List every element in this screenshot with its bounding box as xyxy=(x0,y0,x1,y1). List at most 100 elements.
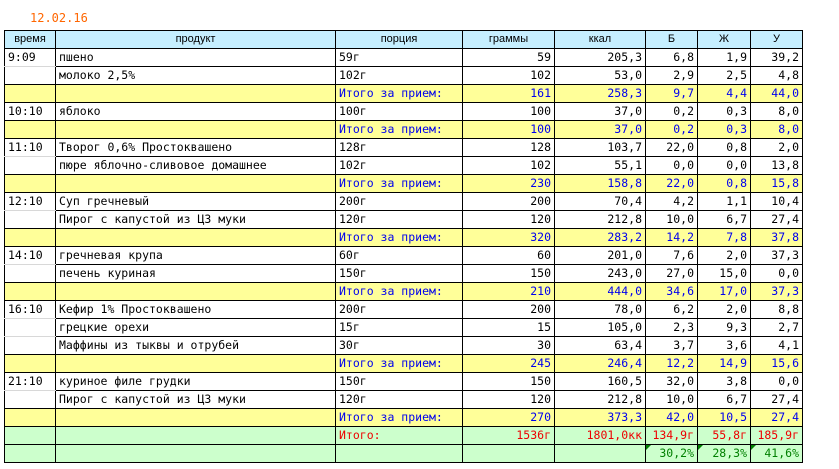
portion-cell[interactable]: 100г xyxy=(335,102,463,121)
grams-cell[interactable]: 59 xyxy=(462,48,555,67)
subtotal-time-cell[interactable] xyxy=(4,174,56,193)
grams-cell[interactable]: 120 xyxy=(462,390,555,409)
fat-cell[interactable]: 0,3 xyxy=(697,102,751,121)
header-time[interactable]: время xyxy=(4,30,56,49)
kcal-cell[interactable]: 205,3 xyxy=(554,48,646,67)
subtotal-protein[interactable]: 34,6 xyxy=(645,282,698,301)
kcal-cell[interactable]: 201,0 xyxy=(554,246,646,265)
subtotal-time-cell[interactable] xyxy=(4,354,56,373)
product-cell[interactable]: Суп гречневый xyxy=(55,192,336,211)
subtotal-carbs[interactable]: 8,0 xyxy=(750,120,803,139)
product-cell[interactable]: Маффины из тыквы и отрубей xyxy=(55,336,336,355)
total-product-cell[interactable] xyxy=(55,426,336,445)
kcal-cell[interactable]: 78,0 xyxy=(554,300,646,319)
subtotal-time-cell[interactable] xyxy=(4,84,56,103)
portion-cell[interactable]: 120г xyxy=(335,210,463,229)
product-cell[interactable]: пшено xyxy=(55,48,336,67)
protein-cell[interactable]: 10,0 xyxy=(645,390,698,409)
total-kcal[interactable]: 1801,0кк xyxy=(554,426,646,445)
subtotal-grams[interactable]: 245 xyxy=(462,354,555,373)
subtotal-time-cell[interactable] xyxy=(4,282,56,301)
subtotal-protein[interactable]: 14,2 xyxy=(645,228,698,247)
time-cell[interactable] xyxy=(4,264,56,283)
portion-cell[interactable]: 120г xyxy=(335,390,463,409)
portion-cell[interactable]: 200г xyxy=(335,300,463,319)
protein-cell[interactable]: 6,8 xyxy=(645,48,698,67)
fat-cell[interactable]: 0,0 xyxy=(697,156,751,175)
grams-cell[interactable]: 120 xyxy=(462,210,555,229)
time-cell[interactable]: 14:10 xyxy=(4,246,56,265)
grams-cell[interactable]: 102 xyxy=(462,156,555,175)
protein-cell[interactable]: 7,6 xyxy=(645,246,698,265)
subtotal-carbs[interactable]: 37,8 xyxy=(750,228,803,247)
header-product[interactable]: продукт xyxy=(55,30,336,49)
subtotal-carbs[interactable]: 37,3 xyxy=(750,282,803,301)
protein-cell[interactable]: 0,2 xyxy=(645,102,698,121)
carbs-cell[interactable]: 10,4 xyxy=(750,192,803,211)
subtotal-label[interactable]: Итого за прием: xyxy=(335,84,463,103)
kcal-cell[interactable]: 160,5 xyxy=(554,372,646,391)
header-kcal[interactable]: ккал xyxy=(554,30,646,49)
percent-carbs[interactable]: 41,6% xyxy=(750,444,803,463)
subtotal-time-cell[interactable] xyxy=(4,408,56,427)
percent-product-cell[interactable] xyxy=(55,444,336,463)
subtotal-protein[interactable]: 22,0 xyxy=(645,174,698,193)
date-cell[interactable]: 12.02.16 xyxy=(30,11,88,25)
percent-grams-cell[interactable] xyxy=(462,444,555,463)
total-protein[interactable]: 134,9г xyxy=(645,426,698,445)
time-cell[interactable]: 11:10 xyxy=(4,138,56,157)
subtotal-label[interactable]: Итого за прием: xyxy=(335,282,463,301)
subtotal-grams[interactable]: 320 xyxy=(462,228,555,247)
protein-cell[interactable]: 10,0 xyxy=(645,210,698,229)
subtotal-kcal[interactable]: 158,8 xyxy=(554,174,646,193)
product-cell[interactable]: куриное филе грудки xyxy=(55,372,336,391)
carbs-cell[interactable]: 2,0 xyxy=(750,138,803,157)
kcal-cell[interactable]: 212,8 xyxy=(554,390,646,409)
fat-cell[interactable]: 15,0 xyxy=(697,264,751,283)
carbs-cell[interactable]: 0,0 xyxy=(750,372,803,391)
protein-cell[interactable]: 32,0 xyxy=(645,372,698,391)
header-fat[interactable]: Ж xyxy=(697,30,751,49)
carbs-cell[interactable]: 8,8 xyxy=(750,300,803,319)
subtotal-fat[interactable]: 14,9 xyxy=(697,354,751,373)
subtotal-fat[interactable]: 0,8 xyxy=(697,174,751,193)
total-fat[interactable]: 55,8г xyxy=(697,426,751,445)
percent-kcal-cell[interactable] xyxy=(554,444,646,463)
subtotal-label[interactable]: Итого за прием: xyxy=(335,174,463,193)
fat-cell[interactable]: 6,7 xyxy=(697,390,751,409)
time-cell[interactable] xyxy=(4,318,56,337)
percent-protein[interactable]: 30,2% xyxy=(645,444,698,463)
product-cell[interactable]: печень куриная xyxy=(55,264,336,283)
kcal-cell[interactable]: 37,0 xyxy=(554,102,646,121)
portion-cell[interactable]: 102г xyxy=(335,66,463,85)
portion-cell[interactable]: 150г xyxy=(335,264,463,283)
carbs-cell[interactable]: 4,8 xyxy=(750,66,803,85)
portion-cell[interactable]: 15г xyxy=(335,318,463,337)
subtotal-fat[interactable]: 10,5 xyxy=(697,408,751,427)
time-cell[interactable]: 12:10 xyxy=(4,192,56,211)
subtotal-carbs[interactable]: 15,8 xyxy=(750,174,803,193)
subtotal-fat[interactable]: 7,8 xyxy=(697,228,751,247)
total-carbs[interactable]: 185,9г xyxy=(750,426,803,445)
product-cell[interactable]: пюре яблочно-сливовое домашнее xyxy=(55,156,336,175)
subtotal-time-cell[interactable] xyxy=(4,228,56,247)
kcal-cell[interactable]: 55,1 xyxy=(554,156,646,175)
subtotal-fat[interactable]: 4,4 xyxy=(697,84,751,103)
protein-cell[interactable]: 27,0 xyxy=(645,264,698,283)
subtotal-time-cell[interactable] xyxy=(4,120,56,139)
header-carbs[interactable]: У xyxy=(750,30,803,49)
fat-cell[interactable]: 2,5 xyxy=(697,66,751,85)
carbs-cell[interactable]: 0,0 xyxy=(750,264,803,283)
fat-cell[interactable]: 0,8 xyxy=(697,138,751,157)
subtotal-carbs[interactable]: 15,6 xyxy=(750,354,803,373)
portion-cell[interactable]: 59г xyxy=(335,48,463,67)
subtotal-grams[interactable]: 161 xyxy=(462,84,555,103)
carbs-cell[interactable]: 4,1 xyxy=(750,336,803,355)
subtotal-product-cell[interactable] xyxy=(55,354,336,373)
grams-cell[interactable]: 30 xyxy=(462,336,555,355)
grams-cell[interactable]: 200 xyxy=(462,192,555,211)
fat-cell[interactable]: 2,0 xyxy=(697,300,751,319)
subtotal-carbs[interactable]: 44,0 xyxy=(750,84,803,103)
kcal-cell[interactable]: 103,7 xyxy=(554,138,646,157)
portion-cell[interactable]: 150г xyxy=(335,372,463,391)
